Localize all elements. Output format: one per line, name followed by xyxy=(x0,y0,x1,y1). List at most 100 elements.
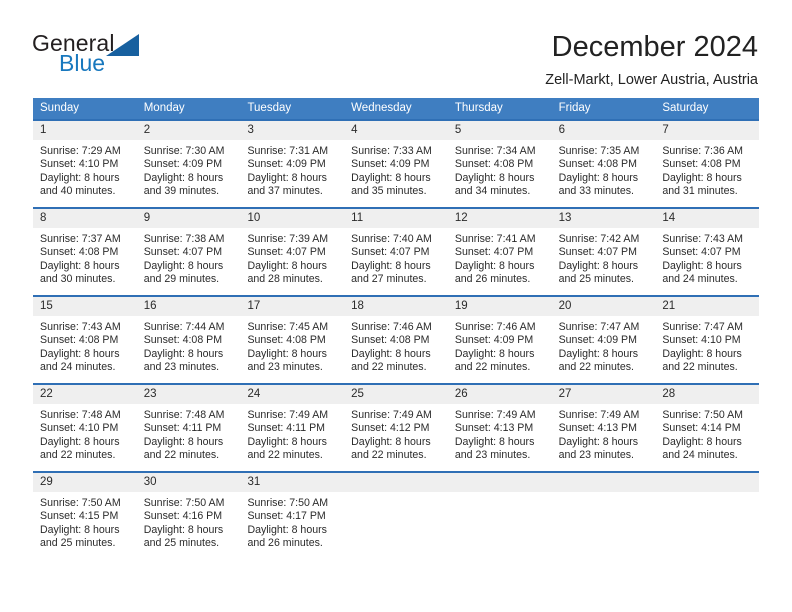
daylight-text-line1: Daylight: 8 hours xyxy=(351,435,431,448)
day-details: Sunrise: 7:43 AM Sunset: 4:07 PM Dayligh… xyxy=(655,228,759,287)
day-cell[interactable]: 4 Sunrise: 7:33 AM Sunset: 4:09 PM Dayli… xyxy=(344,121,448,207)
day-cell[interactable]: 3 Sunrise: 7:31 AM Sunset: 4:09 PM Dayli… xyxy=(240,121,345,207)
daylight-text-line1: Daylight: 8 hours xyxy=(143,171,224,184)
general-blue-logo[interactable]: General Blue xyxy=(32,28,152,80)
weekday-header-saturday: Saturday xyxy=(662,102,709,114)
day-cell[interactable]: 10 Sunrise: 7:39 AM Sunset: 4:07 PM Dayl… xyxy=(240,209,345,295)
daylight-text-line2: and 23 minutes. xyxy=(143,361,220,374)
day-cell[interactable]: 27 Sunrise: 7:49 AM Sunset: 4:13 PM Dayl… xyxy=(551,385,656,471)
day-cell-empty xyxy=(551,473,656,559)
day-number: 22 xyxy=(33,385,137,404)
day-cell[interactable]: 19 Sunrise: 7:46 AM Sunset: 4:09 PM Dayl… xyxy=(447,297,552,383)
day-details: Sunrise: 7:44 AM Sunset: 4:08 PM Dayligh… xyxy=(137,316,241,375)
daylight-text-line2: and 22 minutes. xyxy=(143,449,220,462)
day-details: Sunrise: 7:50 AM Sunset: 4:16 PM Dayligh… xyxy=(137,492,241,551)
day-cell[interactable]: 17 Sunrise: 7:45 AM Sunset: 4:08 PM Dayl… xyxy=(240,297,345,383)
daylight-text-line1: Daylight: 8 hours xyxy=(143,435,224,448)
sunset-text: Sunset: 4:08 PM xyxy=(40,246,119,259)
day-cell[interactable]: 18 Sunrise: 7:46 AM Sunset: 4:08 PM Dayl… xyxy=(344,297,448,383)
day-number: 31 xyxy=(240,473,345,492)
day-number: 20 xyxy=(551,297,656,316)
daylight-text-line2: and 24 minutes. xyxy=(662,449,738,462)
day-cell[interactable]: 9 Sunrise: 7:38 AM Sunset: 4:07 PM Dayli… xyxy=(136,209,241,295)
day-cell[interactable]: 25 Sunrise: 7:49 AM Sunset: 4:12 PM Dayl… xyxy=(344,385,448,471)
sunset-text: Sunset: 4:14 PM xyxy=(662,422,741,435)
sunset-text: Sunset: 4:08 PM xyxy=(143,334,223,347)
logo-triangle-icon xyxy=(106,34,139,56)
day-number: 16 xyxy=(136,297,241,316)
daylight-text-line1: Daylight: 8 hours xyxy=(143,347,224,360)
day-cell[interactable]: 22 Sunrise: 7:48 AM Sunset: 4:10 PM Dayl… xyxy=(33,385,137,471)
day-cell[interactable]: 29 Sunrise: 7:50 AM Sunset: 4:15 PM Dayl… xyxy=(33,473,137,559)
day-cell[interactable]: 31 Sunrise: 7:50 AM Sunset: 4:17 PM Dayl… xyxy=(240,473,345,559)
day-details: Sunrise: 7:49 AM Sunset: 4:13 PM Dayligh… xyxy=(448,404,552,463)
day-details: Sunrise: 7:37 AM Sunset: 4:08 PM Dayligh… xyxy=(33,228,137,287)
day-cell[interactable]: 11 Sunrise: 7:40 AM Sunset: 4:07 PM Dayl… xyxy=(344,209,448,295)
day-cell[interactable]: 30 Sunrise: 7:50 AM Sunset: 4:16 PM Dayl… xyxy=(136,473,241,559)
sunrise-text: Sunrise: 7:39 AM xyxy=(247,233,329,245)
sunset-text: Sunset: 4:07 PM xyxy=(143,246,223,259)
sunset-text: Sunset: 4:08 PM xyxy=(662,158,741,171)
calendar-page: General Blue December 2024 Zell-Markt, L… xyxy=(0,0,792,612)
daylight-text-line1: Daylight: 8 hours xyxy=(662,435,742,448)
day-cell[interactable]: 13 Sunrise: 7:42 AM Sunset: 4:07 PM Dayl… xyxy=(551,209,656,295)
day-cell[interactable]: 8 Sunrise: 7:37 AM Sunset: 4:08 PM Dayli… xyxy=(33,209,137,295)
daylight-text-line2: and 26 minutes. xyxy=(247,537,323,550)
day-number: 27 xyxy=(551,385,656,404)
sunset-text: Sunset: 4:10 PM xyxy=(40,422,119,435)
week-row: 1 Sunrise: 7:29 AM Sunset: 4:10 PM Dayli… xyxy=(33,119,760,207)
sunset-text: Sunset: 4:10 PM xyxy=(662,334,741,347)
daylight-text-line1: Daylight: 8 hours xyxy=(143,523,224,536)
sunset-text: Sunset: 4:07 PM xyxy=(247,246,326,259)
daylight-text-line1: Daylight: 8 hours xyxy=(558,171,639,184)
day-cell[interactable]: 7 Sunrise: 7:36 AM Sunset: 4:08 PM Dayli… xyxy=(655,121,760,207)
sunset-text: Sunset: 4:09 PM xyxy=(454,334,534,347)
day-cell[interactable]: 21 Sunrise: 7:47 AM Sunset: 4:10 PM Dayl… xyxy=(655,297,760,383)
sunrise-text: Sunrise: 7:35 AM xyxy=(558,145,640,157)
sunrise-text: Sunrise: 7:41 AM xyxy=(454,233,536,245)
daylight-text-line2: and 22 minutes. xyxy=(247,449,323,462)
daylight-text-line2: and 25 minutes. xyxy=(558,273,634,286)
day-cell[interactable]: 15 Sunrise: 7:43 AM Sunset: 4:08 PM Dayl… xyxy=(33,297,137,383)
daylight-text-line2: and 24 minutes. xyxy=(662,273,738,286)
day-number: 24 xyxy=(240,385,345,404)
daylight-text-line2: and 29 minutes. xyxy=(143,273,220,286)
sunrise-text: Sunrise: 7:30 AM xyxy=(143,145,225,157)
day-details: Sunrise: 7:46 AM Sunset: 4:09 PM Dayligh… xyxy=(448,316,552,375)
daylight-text-line2: and 22 minutes. xyxy=(558,361,634,374)
week-row: 15 Sunrise: 7:43 AM Sunset: 4:08 PM Dayl… xyxy=(33,295,760,383)
daylight-text-line2: and 25 minutes. xyxy=(143,537,220,550)
sunrise-text: Sunrise: 7:50 AM xyxy=(143,497,225,509)
daylight-text-line1: Daylight: 8 hours xyxy=(40,435,120,448)
daylight-text-line1: Daylight: 8 hours xyxy=(247,435,327,448)
day-number: 17 xyxy=(240,297,345,316)
sunrise-text: Sunrise: 7:45 AM xyxy=(247,321,329,333)
sunrise-text: Sunrise: 7:49 AM xyxy=(247,409,329,421)
day-cell[interactable]: 24 Sunrise: 7:49 AM Sunset: 4:11 PM Dayl… xyxy=(240,385,345,471)
sunrise-text: Sunrise: 7:34 AM xyxy=(454,145,536,157)
day-details: Sunrise: 7:40 AM Sunset: 4:07 PM Dayligh… xyxy=(344,228,448,287)
day-cell[interactable]: 14 Sunrise: 7:43 AM Sunset: 4:07 PM Dayl… xyxy=(655,209,760,295)
day-cell[interactable]: 20 Sunrise: 7:47 AM Sunset: 4:09 PM Dayl… xyxy=(551,297,656,383)
sunset-text: Sunset: 4:08 PM xyxy=(454,158,534,171)
day-cell[interactable]: 16 Sunrise: 7:44 AM Sunset: 4:08 PM Dayl… xyxy=(136,297,241,383)
sunset-text: Sunset: 4:08 PM xyxy=(40,334,119,347)
day-cell[interactable]: 6 Sunrise: 7:35 AM Sunset: 4:08 PM Dayli… xyxy=(551,121,656,207)
day-cell[interactable]: 1 Sunrise: 7:29 AM Sunset: 4:10 PM Dayli… xyxy=(33,121,137,207)
day-details: Sunrise: 7:41 AM Sunset: 4:07 PM Dayligh… xyxy=(448,228,552,287)
day-cell[interactable]: 12 Sunrise: 7:41 AM Sunset: 4:07 PM Dayl… xyxy=(447,209,552,295)
title-block: December 2024 Zell-Markt, Lower Austria,… xyxy=(545,28,758,90)
day-cell[interactable]: 26 Sunrise: 7:49 AM Sunset: 4:13 PM Dayl… xyxy=(447,385,552,471)
daylight-text-line1: Daylight: 8 hours xyxy=(351,171,431,184)
day-details: Sunrise: 7:47 AM Sunset: 4:10 PM Dayligh… xyxy=(655,316,759,375)
day-number: 29 xyxy=(33,473,137,492)
page-header: General Blue December 2024 Zell-Markt, L… xyxy=(0,0,792,98)
sunrise-text: Sunrise: 7:49 AM xyxy=(558,409,640,421)
day-cell[interactable]: 28 Sunrise: 7:50 AM Sunset: 4:14 PM Dayl… xyxy=(655,385,760,471)
day-cell[interactable]: 2 Sunrise: 7:30 AM Sunset: 4:09 PM Dayli… xyxy=(136,121,241,207)
weekday-header-friday: Friday xyxy=(558,102,591,114)
daylight-text-line2: and 31 minutes. xyxy=(662,185,738,198)
day-number: 19 xyxy=(447,297,552,316)
day-cell[interactable]: 5 Sunrise: 7:34 AM Sunset: 4:08 PM Dayli… xyxy=(447,121,552,207)
day-cell[interactable]: 23 Sunrise: 7:48 AM Sunset: 4:11 PM Dayl… xyxy=(136,385,241,471)
